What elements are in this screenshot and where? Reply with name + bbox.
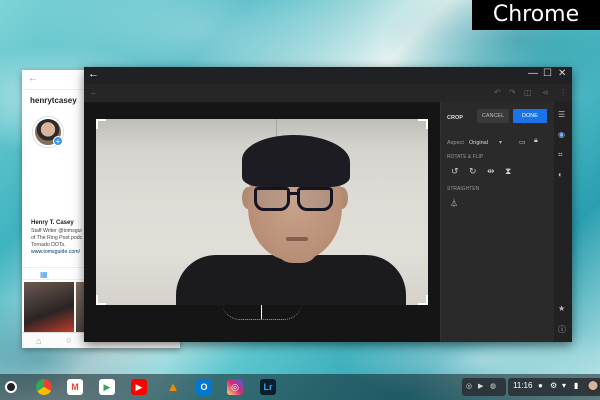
rotate-left-icon[interactable]: ↺ — [451, 166, 459, 177]
outlook-icon[interactable]: O — [196, 379, 212, 395]
done-button[interactable]: DONE — [513, 109, 547, 123]
flip-vertical-icon[interactable]: ⧗ — [505, 166, 511, 177]
redo-icon[interactable]: ↷ — [509, 88, 516, 97]
play-store-icon[interactable]: ▶ — [99, 379, 115, 395]
chevron-down-icon[interactable]: ▾ — [499, 139, 502, 146]
lock-icon[interactable]: 🔒︎ — [534, 137, 538, 145]
wifi-icon: ▾ — [562, 381, 567, 390]
gmail-icon[interactable]: M — [67, 379, 83, 395]
photo-thumbnail[interactable] — [24, 282, 74, 332]
crop-handle-top-left[interactable] — [96, 119, 106, 129]
notification-icon: ● — [538, 381, 543, 390]
editor-canvas[interactable] — [84, 102, 440, 342]
glasses-bridge — [289, 192, 298, 195]
youtube-icon[interactable]: ▶ — [131, 379, 147, 395]
search-icon[interactable]: ○ — [66, 335, 71, 345]
info-icon[interactable]: ⓘ — [558, 324, 566, 335]
subject-hair — [242, 135, 350, 187]
system-tray-apps: ◎ ▶ ◍ — [462, 378, 506, 396]
filters-icon[interactable]: ◉ — [558, 130, 565, 139]
battery-icon: ▮ — [574, 381, 579, 390]
clock: 11:16 — [513, 381, 533, 390]
glasses-lens — [297, 187, 333, 211]
status-area[interactable]: 11:16 ● ⚙ ▾ ▮ — [508, 378, 600, 396]
star-icon[interactable]: ★ — [558, 304, 565, 313]
back-arrow-icon[interactable]: ← — [28, 73, 38, 84]
photo-being-cropped — [96, 119, 428, 305]
instagram-icon[interactable]: ◎ — [227, 379, 243, 395]
straighten-icon[interactable]: ⏃ — [450, 198, 458, 209]
crop-icon[interactable]: ⌗ — [558, 150, 563, 160]
cancel-button[interactable]: CANCEL — [477, 109, 509, 123]
undo-icon[interactable]: ↶ — [494, 88, 501, 97]
add-story-icon[interactable]: + — [53, 136, 63, 146]
adjust-icon[interactable]: ☰ — [558, 110, 565, 119]
editor-titlebar: ← — ☐ ✕ — [84, 67, 572, 84]
crop-handle-bottom-right[interactable] — [418, 295, 428, 305]
compare-icon[interactable]: ◫ — [524, 88, 532, 97]
settings-icon: ⚙ — [550, 381, 558, 390]
launcher-icon[interactable] — [5, 381, 17, 393]
globe-icon[interactable]: ◍ — [490, 382, 496, 390]
lightroom-icon[interactable]: Lr — [260, 379, 276, 395]
glasses-lens — [254, 187, 290, 211]
chrome-banner: Chrome — [472, 0, 600, 30]
photo-editor-window[interactable]: ← — ☐ ✕ ← ↶ ↷ ◫ ⋖ ⋮ CROP CANCEL DONE Asp… — [84, 67, 572, 342]
rotate-flip-heading: ROTATE & FLIP — [447, 154, 484, 160]
play-icon[interactable]: ▶ — [478, 382, 483, 390]
flip-horizontal-icon[interactable]: ⇹ — [487, 166, 495, 177]
editor-toolbar: ← ↶ ↷ ◫ ⋖ ⋮ — [84, 84, 572, 102]
vlc-icon[interactable]: ▲ — [165, 379, 181, 395]
chrome-icon[interactable] — [36, 379, 52, 395]
share-icon[interactable]: ⋖ — [542, 88, 549, 97]
close-icon[interactable]: ✕ — [558, 68, 566, 79]
maximize-icon[interactable]: ☐ — [543, 68, 552, 79]
grid-view-icon[interactable]: ▦ — [40, 270, 48, 279]
back-arrow-icon[interactable]: ← — [88, 68, 99, 80]
crop-heading: CROP — [447, 115, 463, 121]
home-icon[interactable]: ⌂ — [36, 336, 41, 346]
crop-panel: CROP CANCEL DONE Aspect Original ▾ ▭ 🔒︎ … — [440, 102, 554, 342]
instagram-icon[interactable]: ◎ — [466, 382, 472, 390]
crop-handle-top-right[interactable] — [418, 119, 428, 129]
rotate-right-icon[interactable]: ↻ — [469, 166, 477, 177]
aspect-orientation-icon[interactable]: ▭ — [519, 138, 526, 146]
editor-tool-sidebar: ☰ ◉ ⌗ ◐ ★ ⓘ — [554, 102, 572, 342]
profile-display-name: Henry T. Casey — [31, 220, 74, 226]
aspect-label: Aspect — [447, 140, 464, 146]
back-arrow-icon[interactable]: ← — [90, 88, 98, 97]
crop-handle-bottom-left[interactable] — [96, 295, 106, 305]
subject-mouth — [286, 237, 308, 241]
color-icon[interactable]: ◐ — [558, 170, 563, 179]
more-options-icon[interactable]: ⋮ — [559, 88, 567, 97]
straighten-heading: STRAIGHTEN — [447, 186, 480, 192]
straighten-dial-indicator[interactable] — [261, 305, 262, 319]
straighten-dial[interactable] — [222, 302, 302, 320]
aspect-select[interactable]: Original — [469, 140, 488, 146]
minimize-icon[interactable]: — — [528, 68, 538, 79]
user-avatar — [586, 380, 600, 394]
instagram-username[interactable]: henrytcasey — [30, 96, 77, 105]
